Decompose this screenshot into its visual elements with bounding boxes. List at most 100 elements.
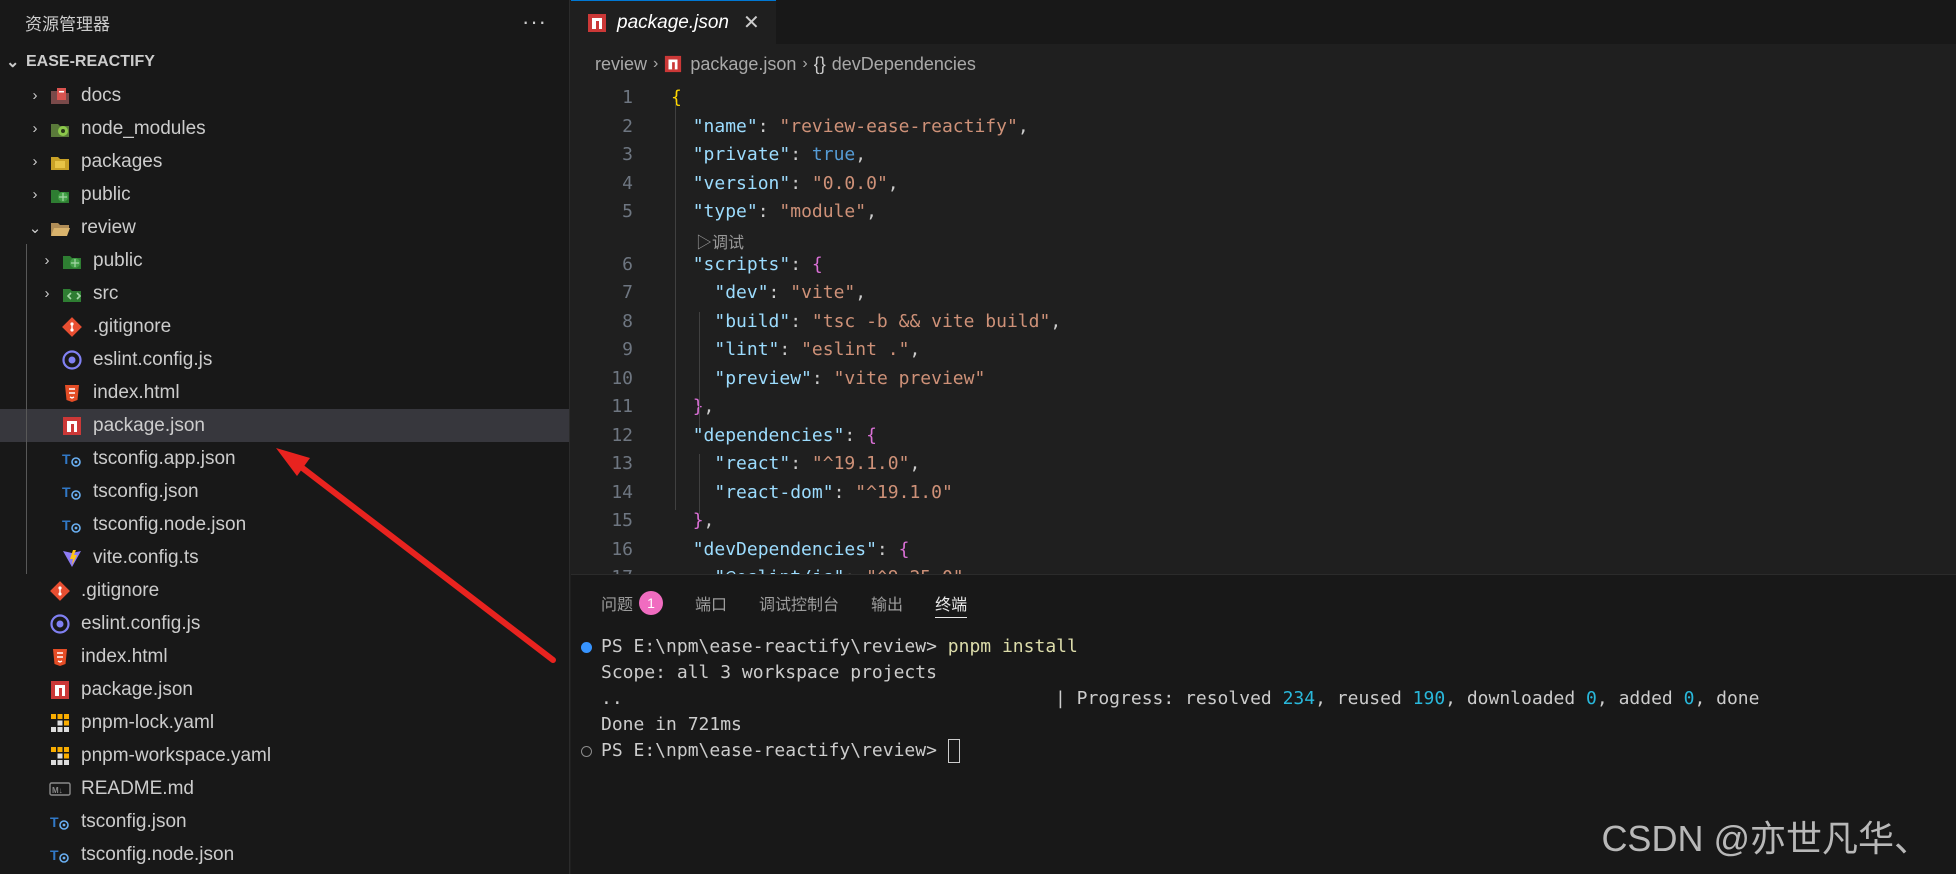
tree-item[interactable]: index.html bbox=[0, 640, 569, 673]
code-text: "@eslint/js": "^9.25.0" bbox=[671, 564, 963, 574]
tree-item[interactable]: .gitignore bbox=[0, 310, 569, 343]
tree-item-label: public bbox=[93, 249, 143, 271]
tree-item-label: index.html bbox=[81, 645, 168, 667]
more-actions-icon[interactable]: ··· bbox=[522, 9, 547, 35]
indent-guide bbox=[699, 312, 700, 428]
command-success-icon bbox=[581, 642, 592, 653]
close-icon[interactable]: ✕ bbox=[743, 10, 760, 35]
tree-item-label: tsconfig.node.json bbox=[81, 843, 235, 865]
tree-item[interactable]: Ttsconfig.node.json bbox=[0, 508, 569, 541]
code-text: { bbox=[671, 87, 682, 108]
tree-item-label: package.json bbox=[81, 678, 193, 700]
tree-item-label: vite.config.ts bbox=[93, 546, 199, 568]
panel-tab[interactable]: 问题 1 bbox=[601, 588, 664, 618]
file-tree: › docs › node_modules › packages › public ⌄ revie… bbox=[0, 79, 569, 871]
eslint-icon bbox=[48, 613, 72, 635]
terminal-line: .. bbox=[601, 688, 623, 709]
indent-guide bbox=[699, 454, 700, 514]
folder-public-icon bbox=[48, 184, 72, 206]
tree-item[interactable]: pnpm-lock.yaml bbox=[0, 706, 569, 739]
tsconfig-icon: T bbox=[60, 448, 84, 470]
panel-tab[interactable]: 输出 bbox=[871, 588, 903, 618]
explorer-sidebar: 资源管理器 ··· ⌄ EASE-REACTIFY › docs › node_mod… bbox=[0, 0, 570, 874]
code-text: "type": "module", bbox=[692, 201, 877, 222]
editor-area: package.json ✕ review › package.json › {… bbox=[571, 0, 1956, 574]
tab-package-json[interactable]: package.json ✕ bbox=[571, 0, 776, 44]
panel-tab-label: 终端 bbox=[935, 596, 968, 614]
breadcrumb: review › package.json › {} devDependenci… bbox=[571, 44, 1956, 84]
tree-item-label: tsconfig.app.json bbox=[93, 447, 236, 469]
tree-item[interactable]: › public bbox=[0, 178, 569, 211]
tree-item[interactable]: › src bbox=[0, 277, 569, 310]
folder-public-icon bbox=[60, 250, 84, 272]
panel-tab[interactable]: 端口 bbox=[695, 588, 727, 618]
folder-docs-icon bbox=[48, 85, 72, 107]
code-text: }, bbox=[693, 396, 715, 417]
tree-item[interactable]: eslint.config.js bbox=[0, 343, 569, 376]
tree-item[interactable]: M↓ README.md bbox=[0, 772, 569, 805]
tree-item[interactable]: Ttsconfig.app.json bbox=[0, 442, 569, 475]
tree-item[interactable]: eslint.config.js bbox=[0, 607, 569, 640]
npm-icon bbox=[664, 55, 682, 73]
tree-item-label: tsconfig.json bbox=[81, 810, 187, 832]
breadcrumb-file[interactable]: package.json bbox=[690, 54, 796, 75]
tsconfig-icon: T bbox=[60, 481, 84, 503]
terminal-line: Scope: all 3 workspace projects bbox=[601, 662, 937, 683]
code-text: "version": "0.0.0", bbox=[692, 172, 899, 194]
terminal-cursor bbox=[947, 739, 960, 763]
command-pending-icon bbox=[581, 746, 592, 757]
panel-tab[interactable]: 终端 bbox=[935, 588, 968, 618]
tree-item[interactable]: package.json bbox=[0, 409, 569, 442]
pnpm-icon bbox=[48, 745, 72, 767]
svg-text:T: T bbox=[62, 451, 71, 467]
tree-item[interactable]: .gitignore bbox=[0, 574, 569, 607]
chevron-right-icon: › bbox=[653, 55, 659, 72]
workspace-name: EASE-REACTIFY bbox=[26, 52, 155, 70]
breadcrumb-folder[interactable]: review bbox=[595, 54, 647, 75]
tree-item[interactable]: vite.config.ts bbox=[0, 541, 569, 574]
svg-text:T: T bbox=[50, 814, 59, 830]
workspace-section-header[interactable]: ⌄ EASE-REACTIFY bbox=[0, 44, 569, 79]
chevron-right-icon: › bbox=[32, 186, 38, 203]
tree-item-label: .gitignore bbox=[93, 315, 172, 337]
chevron-down-icon: ⌄ bbox=[28, 219, 42, 237]
tree-item[interactable]: › packages bbox=[0, 145, 569, 178]
tree-item-label: src bbox=[93, 282, 119, 304]
tree-item[interactable]: › public bbox=[0, 244, 569, 277]
tree-item-label: pnpm-lock.yaml bbox=[81, 711, 215, 733]
panel-tab-label: 调试控制台 bbox=[759, 597, 840, 614]
code-text: "react-dom": "^19.1.0" bbox=[714, 481, 953, 503]
line-number: 4 bbox=[622, 172, 633, 194]
tree-item[interactable]: pnpm-workspace.yaml bbox=[0, 739, 569, 772]
breadcrumb-symbol[interactable]: devDependencies bbox=[832, 54, 976, 75]
panel-tab-label: 端口 bbox=[695, 597, 728, 614]
svg-text:T: T bbox=[62, 517, 71, 533]
line-number: 9 bbox=[622, 339, 633, 360]
tree-item[interactable]: › docs bbox=[0, 79, 569, 112]
tree-item[interactable]: index.html bbox=[0, 376, 569, 409]
tree-item[interactable]: › node_modules bbox=[0, 112, 569, 145]
tsconfig-icon: T bbox=[60, 514, 84, 536]
line-number: 12 bbox=[611, 424, 633, 446]
code-editor[interactable]: 1 {2 "name": "review-ease-reactify", 3 "pr… bbox=[571, 84, 1956, 574]
tree-item[interactable]: Ttsconfig.json bbox=[0, 805, 569, 838]
tree-item-label: index.html bbox=[93, 381, 180, 403]
tree-item[interactable]: ⌄ review bbox=[0, 211, 569, 244]
line-number: 5 bbox=[622, 201, 633, 222]
line-number: 3 bbox=[622, 144, 633, 165]
tree-item-label: node_modules bbox=[81, 117, 206, 139]
tree-item[interactable]: Ttsconfig.node.json bbox=[0, 838, 569, 871]
tree-item-label: eslint.config.js bbox=[81, 612, 201, 634]
tsconfig-icon: T bbox=[48, 844, 72, 866]
chevron-right-icon: › bbox=[32, 153, 38, 170]
tree-item[interactable]: Ttsconfig.json bbox=[0, 475, 569, 508]
panel-tab[interactable]: 调试控制台 bbox=[759, 588, 839, 618]
tree-item[interactable]: package.json bbox=[0, 673, 569, 706]
editor-tabbar: package.json ✕ bbox=[571, 0, 1956, 44]
debug-codelens[interactable]: ▷调试 bbox=[696, 229, 744, 253]
code-text: "react": "^19.1.0", bbox=[714, 453, 921, 474]
indent-guide bbox=[675, 102, 676, 510]
chevron-down-icon: ⌄ bbox=[6, 53, 20, 71]
explorer-header: 资源管理器 ··· bbox=[0, 0, 569, 44]
chevron-right-icon: › bbox=[32, 87, 38, 104]
